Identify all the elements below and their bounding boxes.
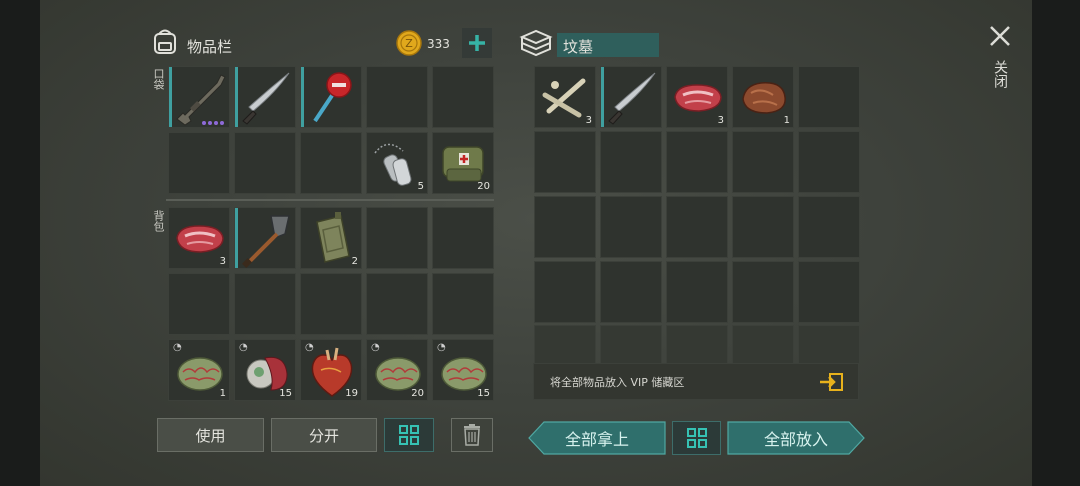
coin-icon: Z [396,30,422,56]
sort-container-button[interactable] [672,421,721,455]
slot-empty[interactable] [600,131,662,193]
item-count: 2 [351,256,358,267]
item-count: 15 [477,388,490,399]
take-all-button[interactable]: 全部拿上 [528,421,666,455]
slot-empty[interactable] [432,207,494,269]
pocket-label: 口袋 [152,68,165,90]
shovel-icon [242,215,290,268]
slot-empty[interactable] [432,66,494,128]
svg-text:Z: Z [405,37,413,50]
transfer-arrow-icon[interactable] [818,372,844,392]
slot-empty[interactable] [732,325,794,365]
slot-empty[interactable] [534,196,596,258]
slot-machete[interactable] [600,66,662,128]
slot-empty[interactable] [666,196,728,258]
grid-sort-icon [686,428,707,448]
slot-brain[interactable]: ◔ 15 [432,339,494,401]
item-count: 20 [411,388,424,399]
backpack-icon [150,26,180,56]
item-count: 3 [717,115,724,126]
slot-flesh-heart[interactable]: ◔ 15 [234,339,296,401]
slot-empty[interactable] [798,261,860,323]
slot-empty[interactable] [666,131,728,193]
machete-icon [242,72,290,125]
slot-dog-tags[interactable]: 5 [366,132,428,194]
item-count: 1 [783,115,790,126]
slot-raw-meat[interactable]: 1 [732,66,794,128]
close-label: 关闭 [992,60,1008,88]
slot-empty[interactable] [798,196,860,258]
stop-sign-icon [313,72,352,123]
vip-storage-bar[interactable]: 将全部物品放入 VIP 储藏区 [533,363,859,400]
slot-brain[interactable]: ◔ 1 [168,339,230,401]
slot-empty[interactable] [366,66,428,128]
slot-steak[interactable]: 3 [168,207,230,269]
slot-steak[interactable]: 3 [666,66,728,128]
slot-machete[interactable] [234,66,296,128]
close-icon [990,26,1010,46]
right-letterbox [1032,0,1080,486]
slot-empty[interactable] [732,261,794,323]
slot-empty[interactable] [300,273,362,335]
grid-sort-icon [399,425,419,445]
item-count: 20 [477,181,490,192]
put-all-label: 全部放入 [763,430,828,449]
slot-empty[interactable] [600,261,662,323]
slot-stop-sign[interactable] [300,66,362,128]
slot-brain[interactable]: ◔ 20 [366,339,428,401]
item-count: 15 [279,388,292,399]
slot-empty[interactable] [798,131,860,193]
slot-rifle[interactable] [168,66,230,128]
slot-empty[interactable] [300,132,362,194]
slot-empty[interactable] [534,325,596,365]
container-title: 坟墓 [563,38,594,56]
vip-storage-text: 将全部物品放入 VIP 储藏区 [550,375,685,389]
add-coins-button[interactable] [462,28,492,58]
machete-icon [608,72,656,125]
slot-empty[interactable] [798,325,860,365]
slot-empty[interactable] [366,273,428,335]
slot-empty[interactable] [600,325,662,365]
slot-empty[interactable] [798,66,860,128]
slot-empty[interactable] [732,131,794,193]
slot-empty[interactable] [234,273,296,335]
slot-empty[interactable] [366,207,428,269]
item-count: 5 [417,181,424,192]
item-count: 19 [345,388,358,399]
item-count: 1 [219,388,226,399]
slot-bones[interactable]: 3 [534,66,596,128]
attachment-dots-icon [202,121,224,125]
inventory-title: 物品栏 [187,38,233,56]
slot-empty[interactable] [534,131,596,193]
trash-icon [464,424,480,446]
slot-empty[interactable] [234,132,296,194]
slot-empty[interactable] [666,325,728,365]
trash-button[interactable] [451,418,493,452]
slot-jerrycan[interactable]: 2 [300,207,362,269]
slot-empty[interactable] [168,273,230,335]
section-divider [166,199,494,201]
item-count: 3 [585,115,592,126]
item-count: 3 [219,256,226,267]
use-button[interactable]: 使用 [157,418,264,452]
slot-medical-bag[interactable]: 20 [432,132,494,194]
slot-empty[interactable] [432,273,494,335]
slot-empty[interactable] [534,261,596,323]
split-button[interactable]: 分开 [271,418,377,452]
slot-empty[interactable] [600,196,662,258]
slot-heart[interactable]: ◔ 19 [300,339,362,401]
slot-empty[interactable] [732,196,794,258]
put-all-button[interactable]: 全部放入 [727,421,865,455]
slot-shovel[interactable] [234,207,296,269]
coin-count: 333 [427,37,450,51]
slot-empty[interactable] [168,132,230,194]
take-all-label: 全部拿上 [564,430,629,449]
slot-empty[interactable] [666,261,728,323]
sort-inventory-button[interactable] [384,418,434,452]
plus-icon [469,35,485,51]
grave-icon [519,28,553,58]
backpack-label: 背包 [152,210,165,232]
left-letterbox [0,0,40,486]
